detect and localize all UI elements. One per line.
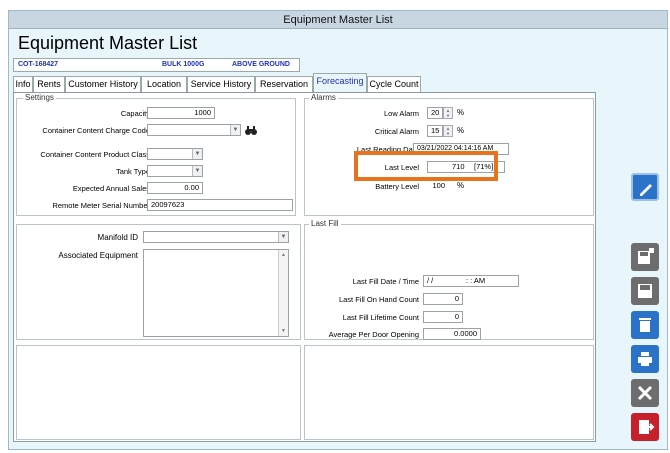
low-alarm-field[interactable]: 20	[427, 107, 443, 119]
save-button[interactable]	[631, 277, 659, 305]
battery-level-unit: %	[457, 181, 465, 190]
tab-cycle-count[interactable]: Cycle Count	[367, 76, 421, 92]
last-fill-title: Last Fill	[309, 219, 341, 228]
chevron-down-icon[interactable]: ▼	[279, 326, 288, 336]
settings-title: Settings	[23, 93, 56, 102]
trash-icon	[639, 318, 651, 332]
settings-group: Settings Capacity 1000 Container Content…	[16, 93, 296, 216]
serial-field[interactable]: 20097623	[147, 199, 293, 211]
tab-reservation[interactable]: Reservation	[255, 76, 313, 92]
avg-door-label: Average Per Door Opening	[328, 330, 419, 339]
manifold-id-select[interactable]: ▼	[143, 231, 289, 243]
product-class-label: Container Content Product Class	[40, 150, 150, 159]
pencil-icon	[640, 184, 652, 196]
save-icon	[638, 284, 652, 298]
chevron-up-icon[interactable]: ▲	[279, 250, 288, 260]
tab-forecasting[interactable]: Forecasting	[313, 73, 367, 92]
chevron-down-icon[interactable]: ▼	[192, 149, 202, 159]
critical-alarm-label: Critical Alarm	[374, 127, 419, 136]
chevron-down-icon[interactable]: ▼	[192, 166, 202, 176]
window-title-bar: Equipment Master List	[9, 11, 667, 29]
tab-service-history[interactable]: Service History	[187, 76, 255, 92]
chevron-down-icon[interactable]: ▼	[278, 232, 288, 242]
page-title: Equipment Master List	[18, 33, 198, 53]
equipment-type: BULK 1000G	[162, 61, 205, 68]
onhand-count-label: Last Fill On Hand Count	[338, 295, 419, 304]
binoculars-icon[interactable]	[244, 123, 258, 137]
battery-level-field: 100	[427, 180, 449, 192]
equipment-id: COT-168427	[18, 61, 59, 68]
tab-location[interactable]: Location	[141, 76, 187, 92]
print-button[interactable]	[631, 345, 659, 373]
charge-code-select[interactable]: ▼	[147, 124, 241, 136]
list-scrollbar[interactable]: ▲ ▼	[278, 250, 288, 336]
low-alarm-unit: %	[457, 108, 465, 117]
low-alarm-spinner[interactable]: ▲ ▼	[443, 107, 453, 119]
onhand-count-field: 0	[423, 293, 463, 305]
lifetime-count-field: 0	[423, 311, 463, 323]
battery-level-label: Battery Level	[375, 182, 419, 191]
capacity-label: Capacity	[120, 109, 150, 118]
annual-sales-label: Expected Annual Sales	[72, 184, 150, 193]
serial-label: Remote Meter Serial Number	[52, 201, 150, 210]
avg-door-field: 0.0000	[423, 328, 481, 340]
tab-info[interactable]: Info	[13, 76, 33, 92]
fill-date-field[interactable]: / / : : AM	[423, 275, 519, 287]
lifetime-count-label: Last Fill Lifetime Count	[342, 313, 419, 322]
exit-door-icon	[639, 420, 655, 434]
edit-button[interactable]	[631, 173, 659, 201]
printer-icon	[638, 352, 652, 366]
chevron-down-icon[interactable]: ▼	[230, 125, 240, 135]
low-alarm-label: Low Alarm	[383, 109, 419, 118]
equipment-location: ABOVE GROUND	[232, 61, 290, 68]
last-fill-group: Last Fill Last Fill Date / Time / / : : …	[304, 219, 594, 340]
critical-alarm-spinner[interactable]: ▲ ▼	[443, 125, 453, 137]
associated-equipment-list[interactable]: ▲ ▼	[143, 249, 289, 337]
critical-alarm-field[interactable]: 15	[427, 125, 443, 137]
tab-rents[interactable]: Rents	[33, 76, 65, 92]
fill-date-label: Last Fill Date / Time	[352, 277, 419, 286]
annual-sales-field[interactable]: 0.00	[147, 182, 203, 194]
manifold-group: Manifold ID ▼ Associated Equipment ▲ ▼	[16, 224, 301, 340]
charge-code-label: Container Content Charge Code	[42, 126, 150, 135]
equipment-window: Equipment Master List Equipment Master L…	[8, 10, 668, 450]
forecasting-panel: Settings Capacity 1000 Container Content…	[13, 92, 596, 442]
new-record-button[interactable]	[631, 243, 659, 271]
tank-type-label: Tank Type	[115, 167, 150, 176]
associated-equipment-label: Associated Equipment	[58, 251, 138, 260]
critical-alarm-unit: %	[457, 126, 465, 135]
alarms-title: Alarms	[309, 93, 338, 102]
manifold-id-label: Manifold ID	[97, 233, 138, 242]
close-icon	[637, 385, 653, 401]
product-class-select[interactable]: ▼	[147, 148, 203, 160]
save-new-icon	[638, 248, 654, 264]
equipment-info-bar: COT-168427 BULK 1000G ABOVE GROUND	[13, 58, 300, 72]
tab-customer-history[interactable]: Customer History	[65, 76, 141, 92]
exit-button[interactable]	[631, 413, 659, 441]
cancel-button[interactable]	[631, 379, 659, 407]
bottom-right-group	[304, 345, 594, 440]
capacity-field[interactable]: 1000	[147, 107, 215, 119]
delete-button[interactable]	[631, 311, 659, 339]
tank-type-select[interactable]: ▼	[147, 165, 203, 177]
bottom-left-group	[16, 345, 301, 440]
last-level-highlight	[354, 151, 498, 181]
